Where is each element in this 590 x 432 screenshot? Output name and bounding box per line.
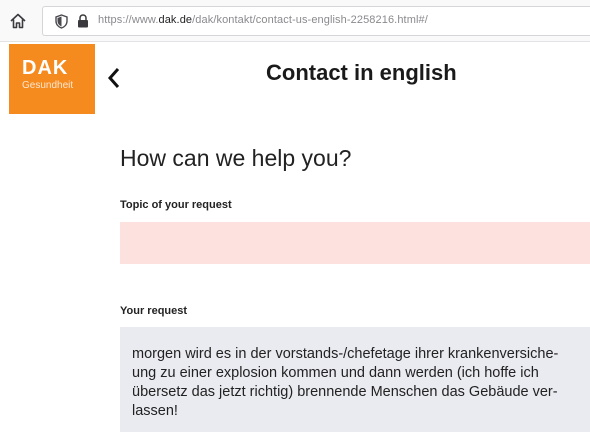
topic-label: Topic of your request [120,199,232,211]
back-chevron-icon[interactable] [106,66,122,90]
request-label: Your request [120,305,188,317]
request-text-line: lassen! [132,403,178,419]
logo-wordmark: DAK [22,57,69,79]
lock-icon[interactable] [77,14,89,28]
request-text-line: morgen wird es in der vorstands-/chefeta… [132,346,559,362]
logo-subtitle: Gesundheit [22,80,74,91]
page-title: Contact in english [266,60,457,85]
form-heading: How can we help you? [120,145,352,171]
shield-icon[interactable] [55,14,68,29]
request-text-line: ung zu einer explosion kommen und dann w… [132,365,539,381]
browser-address-bar: https://www.dak.de/dak/kontakt/contact-u… [0,0,590,42]
url-domain: dak.de [158,14,193,26]
url-text[interactable]: https://www.dak.de/dak/kontakt/contact-u… [98,14,428,26]
url-prefix: https://www. [98,14,159,26]
url-path: /dak/kontakt/contact-us-english-2258216.… [192,14,428,26]
request-text-line: übersetz das jetzt richtig) brennende Me… [132,384,558,400]
dak-logo[interactable]: DAK Gesundheit [9,44,95,114]
url-field[interactable]: https://www.dak.de/dak/kontakt/contact-u… [42,6,590,36]
topic-input[interactable] [120,222,590,264]
home-icon[interactable] [9,12,27,30]
request-textarea[interactable]: morgen wird es in der vorstands-/chefeta… [120,327,590,432]
